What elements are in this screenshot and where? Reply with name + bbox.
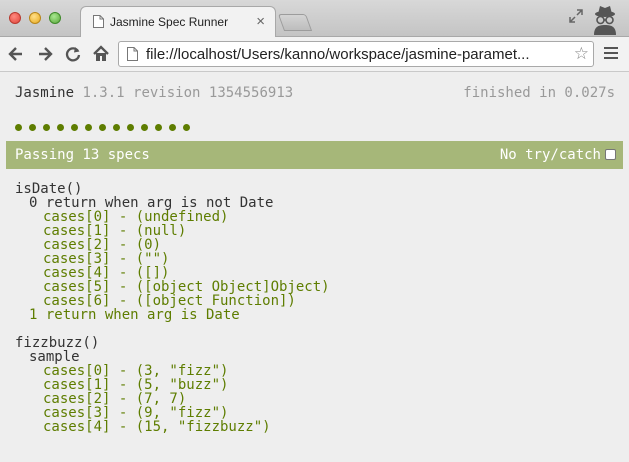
window-titlebar: Jasmine Spec Runner × <box>0 0 629 37</box>
forward-arrow-icon[interactable] <box>35 44 55 64</box>
no-try-catch-checkbox[interactable] <box>605 149 616 160</box>
spec-description[interactable]: cases[3] - (9, "fizz") <box>15 406 330 420</box>
results-gap <box>15 322 330 336</box>
no-try-catch-label[interactable]: No try/catch <box>500 147 601 163</box>
spec-description[interactable]: cases[3] - ("") <box>15 252 330 266</box>
spec-dot[interactable] <box>141 124 148 131</box>
tab-jasmine-spec-runner[interactable]: Jasmine Spec Runner × <box>80 6 276 37</box>
spec-dot[interactable] <box>169 124 176 131</box>
new-tab-button[interactable] <box>277 14 313 31</box>
spec-dot[interactable] <box>29 124 36 131</box>
spec-description[interactable]: cases[4] - (15, "fizzbuzz") <box>15 420 330 434</box>
spec-description[interactable]: cases[1] - (5, "buzz") <box>15 378 330 392</box>
url-text: file://localhost/Users/kanno/workspace/j… <box>146 46 530 63</box>
minimize-window-button[interactable] <box>29 12 41 24</box>
browser-toolbar: file://localhost/Users/kanno/workspace/j… <box>0 37 629 72</box>
spec-description[interactable]: cases[0] - (undefined) <box>15 210 330 224</box>
jasmine-banner: Jasmine 1.3.1 revision 1354556913 <box>15 85 293 101</box>
spec-dot[interactable] <box>85 124 92 131</box>
jasmine-reporter: Jasmine 1.3.1 revision 1354556913 finish… <box>0 72 629 462</box>
spec-dot[interactable] <box>99 124 106 131</box>
address-bar[interactable]: file://localhost/Users/kanno/workspace/j… <box>118 41 594 67</box>
menu-icon[interactable] <box>604 47 618 61</box>
spec-dot[interactable] <box>127 124 134 131</box>
run-duration: finished in 0.027s <box>463 85 615 101</box>
suite-description[interactable]: sample <box>15 350 330 364</box>
spec-dot[interactable] <box>43 124 50 131</box>
tab-close-icon[interactable]: × <box>256 13 265 30</box>
spec-dot[interactable] <box>183 124 190 131</box>
spec-dot[interactable] <box>113 124 120 131</box>
bookmark-star-icon[interactable]: ☆ <box>574 44 589 64</box>
spec-description[interactable]: cases[6] - ([object Function]) <box>15 294 330 308</box>
spec-description[interactable]: cases[1] - (null) <box>15 224 330 238</box>
spec-dot[interactable] <box>71 124 78 131</box>
spec-dot[interactable] <box>57 124 64 131</box>
suite-description[interactable]: fizzbuzz() <box>15 336 330 350</box>
jasmine-title: Jasmine <box>15 85 75 101</box>
spec-dot[interactable] <box>155 124 162 131</box>
results-list: isDate() 0 return when arg is not Date cas… <box>15 182 330 434</box>
tab-title: Jasmine Spec Runner <box>110 15 229 29</box>
spec-description[interactable]: 1 return when arg is Date <box>15 308 330 322</box>
fullscreen-icon[interactable] <box>568 8 584 24</box>
close-window-button[interactable] <box>9 12 21 24</box>
incognito-icon <box>594 6 616 35</box>
home-icon[interactable] <box>91 44 111 64</box>
passing-bar: Passing 13 specs No try/catch <box>6 141 623 169</box>
suite-description[interactable]: isDate() <box>15 182 330 196</box>
back-arrow-icon[interactable] <box>6 44 26 64</box>
zoom-window-button[interactable] <box>49 12 61 24</box>
spec-description[interactable]: cases[0] - (3, "fizz") <box>15 364 330 378</box>
reload-icon[interactable] <box>63 44 83 64</box>
jasmine-version: 1.3.1 revision 1354556913 <box>82 85 294 101</box>
spec-description[interactable]: cases[4] - ([]) <box>15 266 330 280</box>
suite-description[interactable]: 0 return when arg is not Date <box>15 196 330 210</box>
spec-dots <box>15 116 197 135</box>
spec-description[interactable]: cases[5] - ([object Object]Object) <box>15 280 330 294</box>
spec-description[interactable]: cases[2] - (0) <box>15 238 330 252</box>
page-icon <box>93 15 104 28</box>
spec-dot[interactable] <box>15 124 22 131</box>
page-icon <box>127 47 138 61</box>
passing-summary[interactable]: Passing 13 specs <box>15 147 150 163</box>
spec-description[interactable]: cases[2] - (7, 7) <box>15 392 330 406</box>
